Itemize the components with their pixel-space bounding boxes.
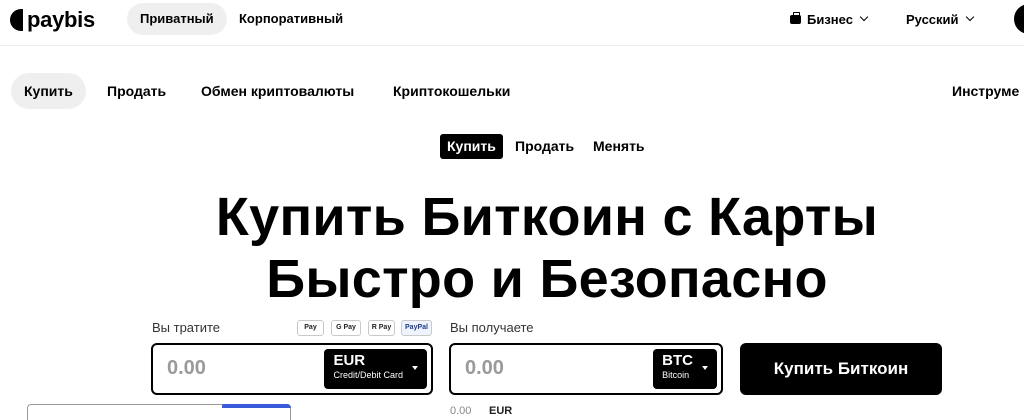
- top-bar: paybis Приватный Корпоративный Бизнес Ру…: [0, 0, 1024, 46]
- paybis-logo[interactable]: paybis: [10, 7, 95, 32]
- business-menu[interactable]: Бизнес: [790, 3, 869, 35]
- receive-currency-code: BTC: [662, 352, 693, 369]
- paypal-icon: PayPal: [401, 320, 432, 336]
- nav-sell[interactable]: Продать: [94, 73, 179, 109]
- business-label: Бизнес: [807, 11, 853, 27]
- receive-amount-input[interactable]: 0.00: [465, 357, 504, 380]
- tab-swap[interactable]: Менять: [586, 134, 652, 159]
- receive-currency-selector[interactable]: BTC Bitcoin: [653, 349, 717, 389]
- logo-mark-icon: [10, 9, 23, 31]
- spend-amount-input[interactable]: 0.00: [167, 357, 206, 380]
- page-title: Купить Биткоин с Карты Быстро и Безопасн…: [0, 186, 1024, 310]
- receive-currency-name: Bitcoin: [662, 370, 690, 380]
- logo-text: paybis: [27, 7, 95, 32]
- receive-amount-field[interactable]: 0.00 BTC Bitcoin: [449, 343, 723, 395]
- spend-payment-method: Credit/Debit Card: [333, 370, 403, 380]
- page-title-line-1: Купить Биткоин с Карты: [215, 187, 879, 247]
- language-selector[interactable]: Русский: [906, 3, 974, 35]
- segment-corporate[interactable]: Корпоративный: [226, 3, 356, 35]
- google-pay-icon: G Pay: [331, 320, 361, 336]
- buy-bitcoin-button[interactable]: Купить Биткоин: [740, 343, 942, 395]
- language-label: Русский: [906, 11, 959, 27]
- nav-wallets[interactable]: Криптокошельки: [380, 73, 523, 109]
- segment-private[interactable]: Приватный: [127, 3, 227, 35]
- rate-currency: EUR: [489, 405, 513, 417]
- nav-tools[interactable]: Инструме: [939, 73, 1024, 109]
- spend-label: Вы тратите: [152, 320, 221, 335]
- dropdown-highlight: [222, 404, 291, 408]
- account-avatar[interactable]: [1014, 4, 1024, 34]
- nav-exchange[interactable]: Обмен криптовалюты: [188, 73, 367, 109]
- spend-currency-code: EUR: [333, 352, 366, 369]
- spend-currency-selector[interactable]: EUR Credit/Debit Card: [324, 349, 427, 389]
- tab-buy[interactable]: Купить: [440, 134, 503, 159]
- apple-pay-icon: Pay: [297, 320, 324, 336]
- caret-down-icon: [412, 366, 418, 370]
- briefcase-icon: [790, 11, 801, 24]
- receive-label: Вы получаете: [450, 320, 534, 335]
- chevron-down-icon: [859, 12, 869, 22]
- caret-down-icon: [702, 366, 708, 370]
- tab-sell[interactable]: Продать: [508, 134, 581, 159]
- r-pay-icon: R Pay: [368, 320, 395, 336]
- rate-value: 0.00: [450, 405, 472, 417]
- chevron-down-icon: [965, 12, 974, 22]
- page-title-line-2: Быстро и Безопасно: [266, 249, 828, 309]
- nav-buy[interactable]: Купить: [11, 73, 86, 109]
- spend-amount-field[interactable]: 0.00 EUR Credit/Debit Card: [151, 343, 433, 395]
